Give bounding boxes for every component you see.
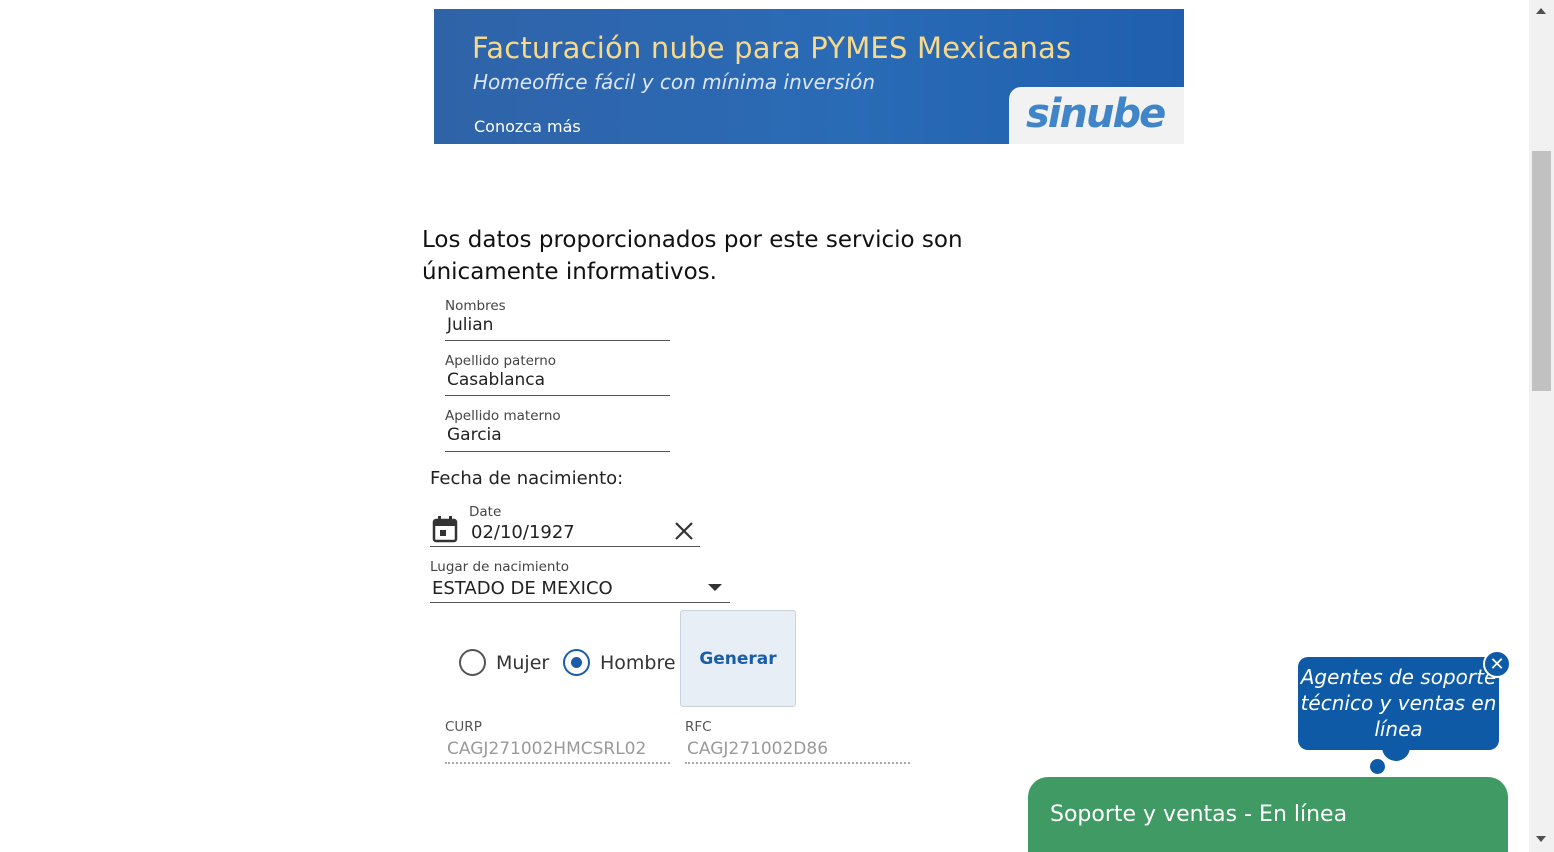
vertical-scrollbar[interactable] [1529,0,1554,852]
rfc-value: CAGJ271002D86 [687,739,829,759]
apellido-paterno-label: Apellido paterno [445,353,557,369]
close-icon[interactable] [673,520,695,542]
rfc-field: RFC CAGJ271002D86 [685,719,910,764]
info-heading: Los datos proporcionados por este servic… [422,227,963,285]
apellido-materno-underline [445,451,670,452]
scroll-up-arrow-icon[interactable] [1536,8,1546,14]
radio-hombre-circle[interactable] [563,649,590,676]
radio-hombre[interactable]: Hombre [563,649,676,676]
apellido-paterno-input[interactable]: Casablanca [447,370,545,390]
nombres-label: Nombres [445,298,506,314]
apellido-materno-input[interactable]: Garcia [447,425,502,445]
banner-logo-panel: sinube [1009,87,1184,144]
rfc-label: RFC [685,719,712,735]
chevron-down-icon[interactable] [708,584,722,591]
chat-invite-bubble[interactable]: Agentes de soporte técnico y ventas en l… [1298,657,1499,750]
radio-hombre-label[interactable]: Hombre [600,652,676,674]
date-input[interactable]: 02/10/1927 [471,522,575,543]
nombres-input[interactable]: Julian [447,315,493,335]
scroll-thumb[interactable] [1532,151,1551,391]
nombres-field[interactable]: Nombres Julian [445,298,670,341]
support-chat-bar[interactable]: Soporte y ventas - En línea [1028,777,1508,852]
lugar-nacimiento-select[interactable]: Lugar de nacimiento ESTADO DE MEXICO [430,559,730,603]
fecha-nacimiento-label: Fecha de nacimiento: [430,468,624,489]
banner-subtitle: Homeoffice fácil y con mínima inversión [473,70,876,94]
lugar-nacimiento-label: Lugar de nacimiento [430,559,570,575]
chat-bubble-tail-dot [1370,759,1385,774]
apellido-paterno-underline [445,395,670,396]
calendar-icon[interactable] [432,515,458,543]
curp-value: CAGJ271002HMCSRL02 [447,739,647,759]
curp-label: CURP [445,719,482,735]
apellido-materno-field[interactable]: Apellido materno Garcia [445,408,670,452]
date-field[interactable]: Date 02/10/1927 [430,503,700,547]
radio-mujer-label[interactable]: Mujer [496,652,549,674]
chat-close-button[interactable]: ✕ [1483,650,1511,678]
nombres-underline [445,340,670,341]
curp-underline [445,762,670,764]
lugar-nacimiento-value[interactable]: ESTADO DE MEXICO [432,578,613,599]
apellido-materno-label: Apellido materno [445,408,561,424]
radio-mujer[interactable]: Mujer [459,649,549,676]
date-label: Date [469,504,502,520]
curp-field: CURP CAGJ271002HMCSRL02 [445,719,670,764]
radio-mujer-circle[interactable] [459,649,486,676]
rfc-underline [685,762,910,764]
banner-cta-link[interactable]: Conozca más [474,117,581,136]
lugar-underline [430,602,730,603]
banner-title: Facturación nube para PYMES Mexicanas [472,31,1072,65]
apellido-paterno-field[interactable]: Apellido paterno Casablanca [445,353,670,396]
generar-button[interactable]: Generar [680,610,796,707]
date-underline [430,546,700,547]
scroll-down-arrow-icon[interactable] [1536,836,1546,842]
promo-banner[interactable]: Facturación nube para PYMES Mexicanas Ho… [434,9,1184,144]
sinube-logo: sinube [1026,91,1166,137]
